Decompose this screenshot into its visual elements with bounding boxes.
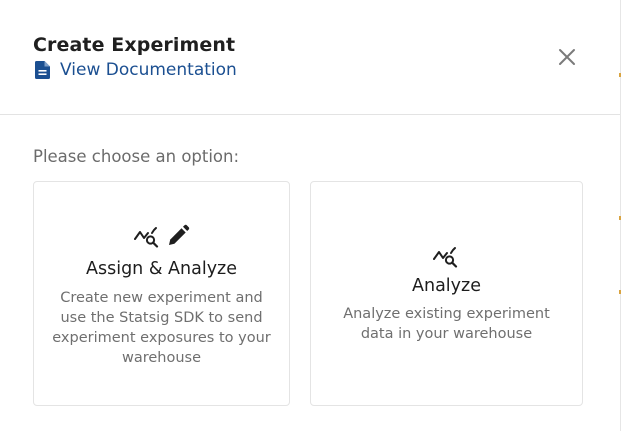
view-documentation-label: View Documentation — [60, 60, 237, 80]
chart-search-icon — [133, 227, 158, 248]
option-icons — [34, 224, 289, 248]
option-icons — [311, 244, 582, 268]
close-icon — [559, 49, 575, 65]
option-description: Create new experiment and use the Statsi… — [52, 290, 271, 366]
option-title: Assign & Analyze — [86, 259, 237, 279]
option-card-analyze[interactable]: Analyze Analyze existing experiment data… — [310, 181, 583, 406]
chart-search-icon — [432, 247, 457, 268]
close-button[interactable] — [557, 47, 577, 67]
modal-header: Create Experiment View Documentation — [0, 0, 620, 115]
modal-title: Create Experiment — [33, 34, 236, 56]
option-title: Analyze — [412, 276, 481, 296]
view-documentation-link[interactable]: View Documentation — [35, 60, 237, 80]
option-card-assign-analyze[interactable]: Assign & Analyze Create new experiment a… — [33, 181, 290, 406]
pencil-icon — [168, 224, 189, 245]
option-description: Analyze existing experiment data in your… — [343, 306, 550, 342]
document-icon — [35, 61, 50, 79]
choose-option-prompt: Please choose an option: — [33, 147, 240, 166]
